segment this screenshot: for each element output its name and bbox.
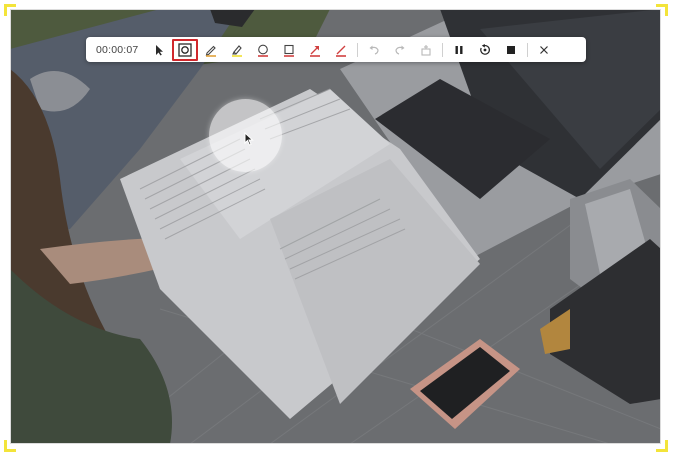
line-icon	[336, 45, 346, 57]
ellipse-tool-button[interactable]	[250, 39, 276, 61]
ellipse-icon	[258, 44, 268, 57]
restart-icon	[480, 43, 490, 55]
close-icon	[540, 45, 548, 54]
restart-recording-button[interactable]	[472, 39, 498, 61]
eraser-icon	[421, 44, 431, 56]
rectangle-tool-button[interactable]	[276, 39, 302, 61]
clear-annotations-button[interactable]	[413, 39, 439, 61]
spotlight-frame-icon	[178, 42, 192, 57]
resize-handle-bottom-left[interactable]	[4, 440, 16, 452]
recording-timer: 00:00:07	[96, 43, 139, 56]
redo-icon	[395, 45, 405, 55]
pointer-arrow-icon	[156, 44, 163, 55]
undo-button[interactable]	[361, 39, 387, 61]
redo-button[interactable]	[387, 39, 413, 61]
toolbar-divider	[527, 42, 528, 57]
resize-handle-bottom-right[interactable]	[656, 440, 668, 452]
line-tool-button[interactable]	[328, 39, 354, 61]
screen: 00:00:07	[0, 0, 674, 458]
recording-toolbar: 00:00:07	[86, 37, 586, 62]
select-tool-button[interactable]	[146, 39, 172, 61]
capture-region[interactable]	[10, 9, 661, 444]
toolbar-divider	[357, 42, 358, 57]
spotlight-tool-button[interactable]	[172, 38, 198, 61]
background-photo	[10, 9, 661, 444]
stop-recording-button[interactable]	[498, 39, 524, 61]
stop-icon	[507, 45, 515, 54]
pause-recording-button[interactable]	[446, 39, 472, 61]
arrow-icon	[310, 45, 320, 57]
arrow-tool-button[interactable]	[302, 39, 328, 61]
pause-icon	[455, 45, 463, 54]
pen-icon	[205, 45, 216, 57]
toolbar-divider	[442, 42, 443, 57]
resize-handle-top-left[interactable]	[4, 4, 16, 16]
undo-icon	[369, 45, 379, 55]
pen-tool-button[interactable]	[198, 39, 224, 61]
resize-handle-top-right[interactable]	[656, 4, 668, 16]
highlighter-icon	[232, 44, 242, 57]
rectangle-icon	[284, 44, 294, 57]
close-toolbar-button[interactable]	[531, 39, 557, 61]
mouse-cursor-icon	[244, 132, 254, 146]
highlighter-tool-button[interactable]	[224, 39, 250, 61]
